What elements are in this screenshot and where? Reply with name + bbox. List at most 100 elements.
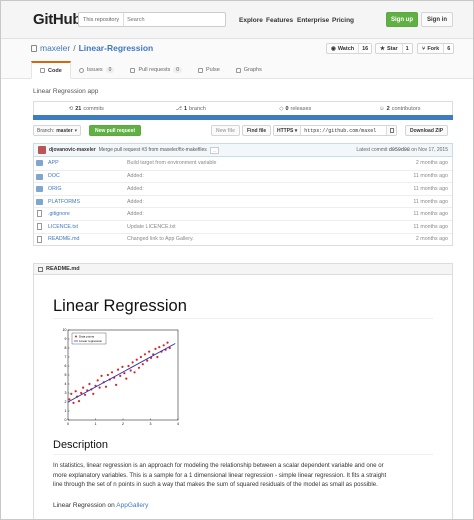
new-file-button[interactable]: New file — [211, 125, 240, 136]
new-pull-request-button[interactable]: New pull request — [89, 125, 142, 136]
data-point — [137, 366, 141, 369]
file-commit-message[interactable]: Added: — [127, 173, 144, 179]
contributors-summary[interactable]: ☺ 2 contributors — [348, 102, 453, 115]
readme-header: README.md — [33, 263, 453, 275]
data-point — [158, 346, 161, 349]
folder-icon — [36, 173, 43, 180]
table-row: LICENCE.txt Update LICENCE.txt 11 months… — [34, 219, 452, 233]
download-zip-button[interactable]: Download ZIP — [405, 125, 449, 136]
tab-pulse[interactable]: Pulse — [190, 61, 228, 79]
y-tick-label: 7 — [65, 355, 67, 359]
search-box[interactable]: This repository — [78, 12, 226, 27]
file-name-link[interactable]: ORIG — [48, 186, 62, 192]
appgallery-link[interactable]: AppGallery — [116, 502, 148, 509]
commits-summary[interactable]: ⟲ 21 commits — [34, 102, 139, 115]
file-commit-message[interactable]: Update LICENCE.txt — [127, 224, 176, 230]
branches-label: branch — [189, 105, 206, 112]
table-row: .gitignore Added: 11 months ago — [34, 207, 452, 220]
data-point — [92, 392, 95, 395]
branches-count: 1 — [183, 105, 188, 112]
data-point — [96, 379, 99, 382]
data-point — [139, 355, 142, 359]
commit-expand-button[interactable]: ... — [209, 146, 220, 154]
file-commit-message[interactable]: Added: — [127, 199, 144, 205]
avatar[interactable] — [38, 146, 46, 154]
star-label: Star — [386, 45, 398, 52]
fork-count[interactable]: 6 — [443, 44, 454, 53]
clipboard-icon — [389, 128, 394, 133]
file-commit-message[interactable]: Added: — [127, 211, 144, 217]
protocol-select[interactable]: HTTPS ▾ — [274, 126, 302, 135]
tab-issues[interactable]: Issues 0 — [71, 61, 123, 79]
data-point — [83, 393, 87, 396]
tab-code[interactable]: Code — [31, 61, 71, 79]
github-logo[interactable]: GitHub — [33, 11, 82, 28]
branch-icon: ⎇ — [175, 105, 182, 112]
search-input[interactable] — [124, 16, 225, 23]
fork-button[interactable]: ⑂ Fork 6 — [417, 43, 455, 54]
data-point — [80, 391, 83, 395]
releases-count: 0 — [285, 105, 289, 112]
data-point — [68, 398, 71, 401]
signin-button[interactable]: Sign in — [421, 12, 453, 27]
file-icon — [37, 235, 42, 243]
issue-icon — [78, 67, 84, 73]
file-name-link[interactable]: .gitignore — [48, 211, 70, 217]
y-tick-label: 4 — [65, 382, 67, 386]
nav-pricing[interactable]: Pricing — [332, 17, 354, 24]
file-commit-message[interactable]: Build target from environment variable — [127, 160, 217, 166]
fork-icon: ⑂ — [422, 45, 426, 52]
file-commit-message[interactable]: Changed link to App Gallery. — [127, 236, 194, 242]
clone-url-box: HTTPS ▾ https://github.com/maxel — [273, 125, 397, 136]
tab-issues-label: Issues — [86, 67, 103, 73]
file-name-link[interactable]: DOC — [48, 173, 60, 179]
file-age: 2 months ago — [415, 236, 448, 243]
clone-url-input[interactable]: https://github.com/maxel — [301, 126, 386, 135]
commit-sha[interactable]: d959d98 — [389, 147, 410, 153]
signup-button[interactable]: Sign up — [386, 12, 418, 27]
data-point — [141, 363, 144, 366]
file-navigation: Branch: master ▾ New pull request New fi… — [33, 125, 453, 137]
releases-summary[interactable]: ◇ 0 releases — [243, 102, 348, 115]
readme-filename: README.md — [46, 266, 80, 272]
code-icon — [40, 68, 45, 73]
x-tick-label: 2 — [122, 422, 124, 426]
nav-features[interactable]: Features — [266, 17, 293, 24]
star-count[interactable]: 1 — [401, 44, 412, 53]
tab-pull-requests[interactable]: Pull requests 0 — [122, 61, 190, 79]
file-age: 11 months ago — [413, 173, 448, 180]
file-icon — [37, 210, 42, 218]
tab-graphs[interactable]: Graphs — [228, 61, 270, 79]
y-tick-label: 3 — [65, 391, 67, 395]
branch-select[interactable]: Branch: master ▾ — [33, 125, 82, 136]
history-icon: ⟲ — [68, 105, 74, 112]
issues-count-badge: 0 — [105, 67, 115, 73]
data-point — [166, 341, 169, 344]
latest-commit-bar: djovanovic-maxeler Merge pull request #3… — [33, 143, 453, 157]
commit-message[interactable]: Merge pull request #3 from maxeler/fix-m… — [99, 147, 207, 153]
commit-author[interactable]: djovanovic-maxeler — [49, 147, 96, 153]
branch-name: master — [56, 127, 73, 134]
watch-count[interactable]: 16 — [358, 44, 372, 53]
data-point — [88, 382, 91, 386]
data-point — [115, 383, 118, 386]
y-tick-label: 10 — [63, 328, 67, 332]
file-name-link[interactable]: LICENCE.txt — [48, 224, 78, 230]
repo-owner-link[interactable]: maxeler — [40, 43, 70, 53]
clipboard-button[interactable] — [386, 126, 396, 135]
star-button[interactable]: ★ Star 1 — [375, 43, 413, 54]
regression-chart: 0 1 2 3 4 0 1 2 3 4 5 6 7 8 9 10 Data pointsLinear regre… — [63, 328, 179, 426]
watch-button[interactable]: ◉ Watch 16 — [326, 43, 373, 54]
file-name-link[interactable]: PLATFORMS — [48, 199, 80, 205]
file-commit-message[interactable]: Added: — [127, 186, 144, 192]
file-name-link[interactable]: README.md — [48, 236, 80, 242]
file-list: APP Build target from environment variab… — [33, 157, 453, 247]
nav-enterprise[interactable]: Enterprise — [297, 17, 329, 24]
language-bar[interactable] — [33, 115, 453, 120]
nav-explore[interactable]: Explore — [239, 17, 263, 24]
branches-summary[interactable]: ⎇ 1 branch — [139, 102, 244, 115]
repo-name-link[interactable]: Linear-Regression — [79, 43, 154, 53]
file-name-link[interactable]: APP — [48, 160, 59, 166]
data-point — [156, 355, 159, 359]
find-file-button[interactable]: Find file — [242, 125, 272, 136]
